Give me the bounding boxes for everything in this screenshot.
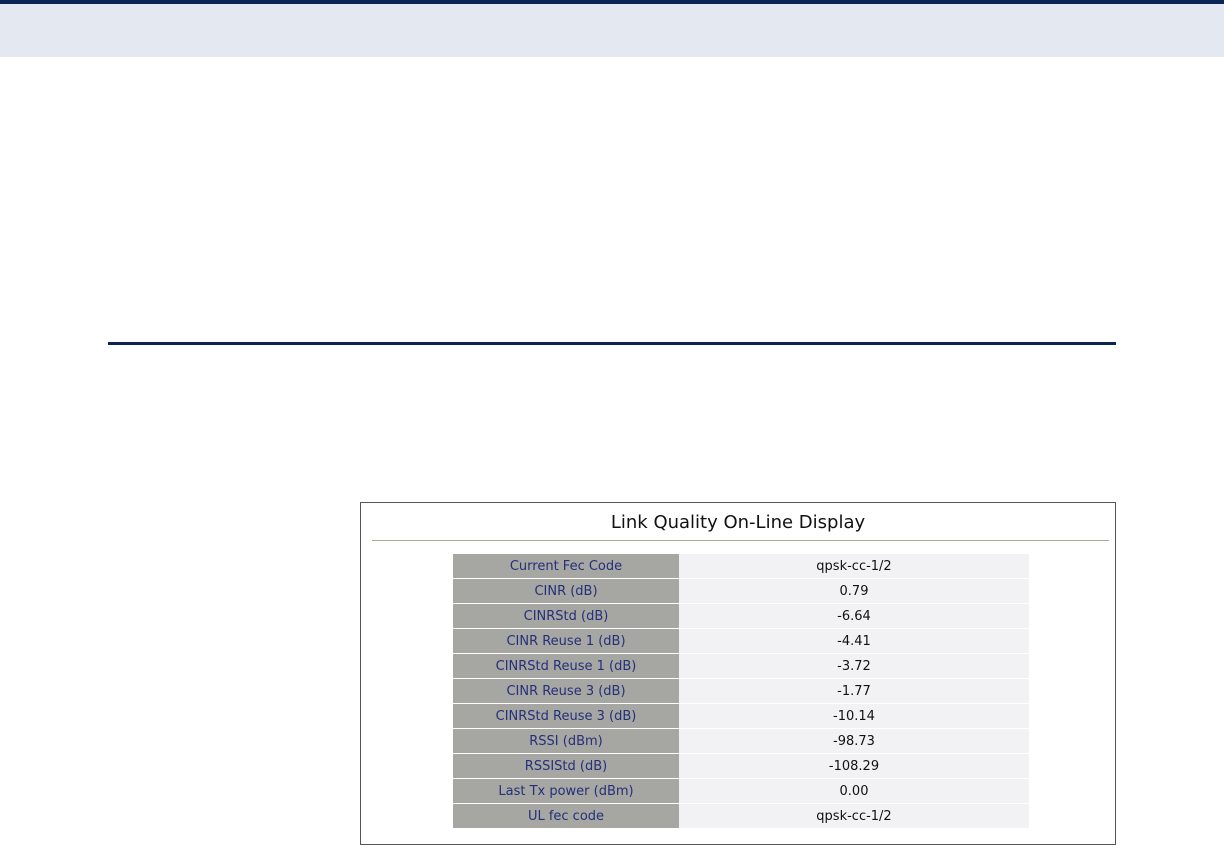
row-label: RSSIStd (dB) [453,754,679,779]
table-row: Current Fec Code qpsk-cc-1/2 [453,554,1029,579]
row-value: -4.41 [679,629,1029,654]
row-value: -98.73 [679,729,1029,754]
row-label: UL fec code [453,804,679,829]
table-row: CINR (dB) 0.79 [453,579,1029,604]
row-value: 0.00 [679,779,1029,804]
table-row: CINRStd Reuse 3 (dB) -10.14 [453,704,1029,729]
table-row: RSSIStd (dB) -108.29 [453,754,1029,779]
panel-title-divider [372,540,1109,541]
table-row: RSSI (dBm) -98.73 [453,729,1029,754]
row-label: CINRStd (dB) [453,604,679,629]
row-label: CINR (dB) [453,579,679,604]
header-bar [0,0,1224,57]
table-row: CINRStd Reuse 1 (dB) -3.72 [453,654,1029,679]
row-label: Current Fec Code [453,554,679,579]
row-label: RSSI (dBm) [453,729,679,754]
row-label: Last Tx power (dBm) [453,779,679,804]
table-row: Last Tx power (dBm) 0.00 [453,779,1029,804]
table-row: UL fec code qpsk-cc-1/2 [453,804,1029,829]
row-label: CINR Reuse 3 (dB) [453,679,679,704]
table-row: CINR Reuse 1 (dB) -4.41 [453,629,1029,654]
row-value: -10.14 [679,704,1029,729]
row-value: -108.29 [679,754,1029,779]
row-value: -1.77 [679,679,1029,704]
row-value: qpsk-cc-1/2 [679,554,1029,579]
row-label: CINRStd Reuse 1 (dB) [453,654,679,679]
table-row: CINR Reuse 3 (dB) -1.77 [453,679,1029,704]
row-value: -6.64 [679,604,1029,629]
row-value: qpsk-cc-1/2 [679,804,1029,829]
row-value: 0.79 [679,579,1029,604]
link-quality-table: Current Fec Code qpsk-cc-1/2 CINR (dB) 0… [453,554,1029,829]
table-row: CINRStd (dB) -6.64 [453,604,1029,629]
section-divider [108,342,1116,345]
panel-title: Link Quality On-Line Display [610,512,866,533]
row-label: CINR Reuse 1 (dB) [453,629,679,654]
row-value: -3.72 [679,654,1029,679]
link-quality-panel: Link Quality On-Line Display Current Fec… [360,502,1116,845]
row-label: CINRStd Reuse 3 (dB) [453,704,679,729]
